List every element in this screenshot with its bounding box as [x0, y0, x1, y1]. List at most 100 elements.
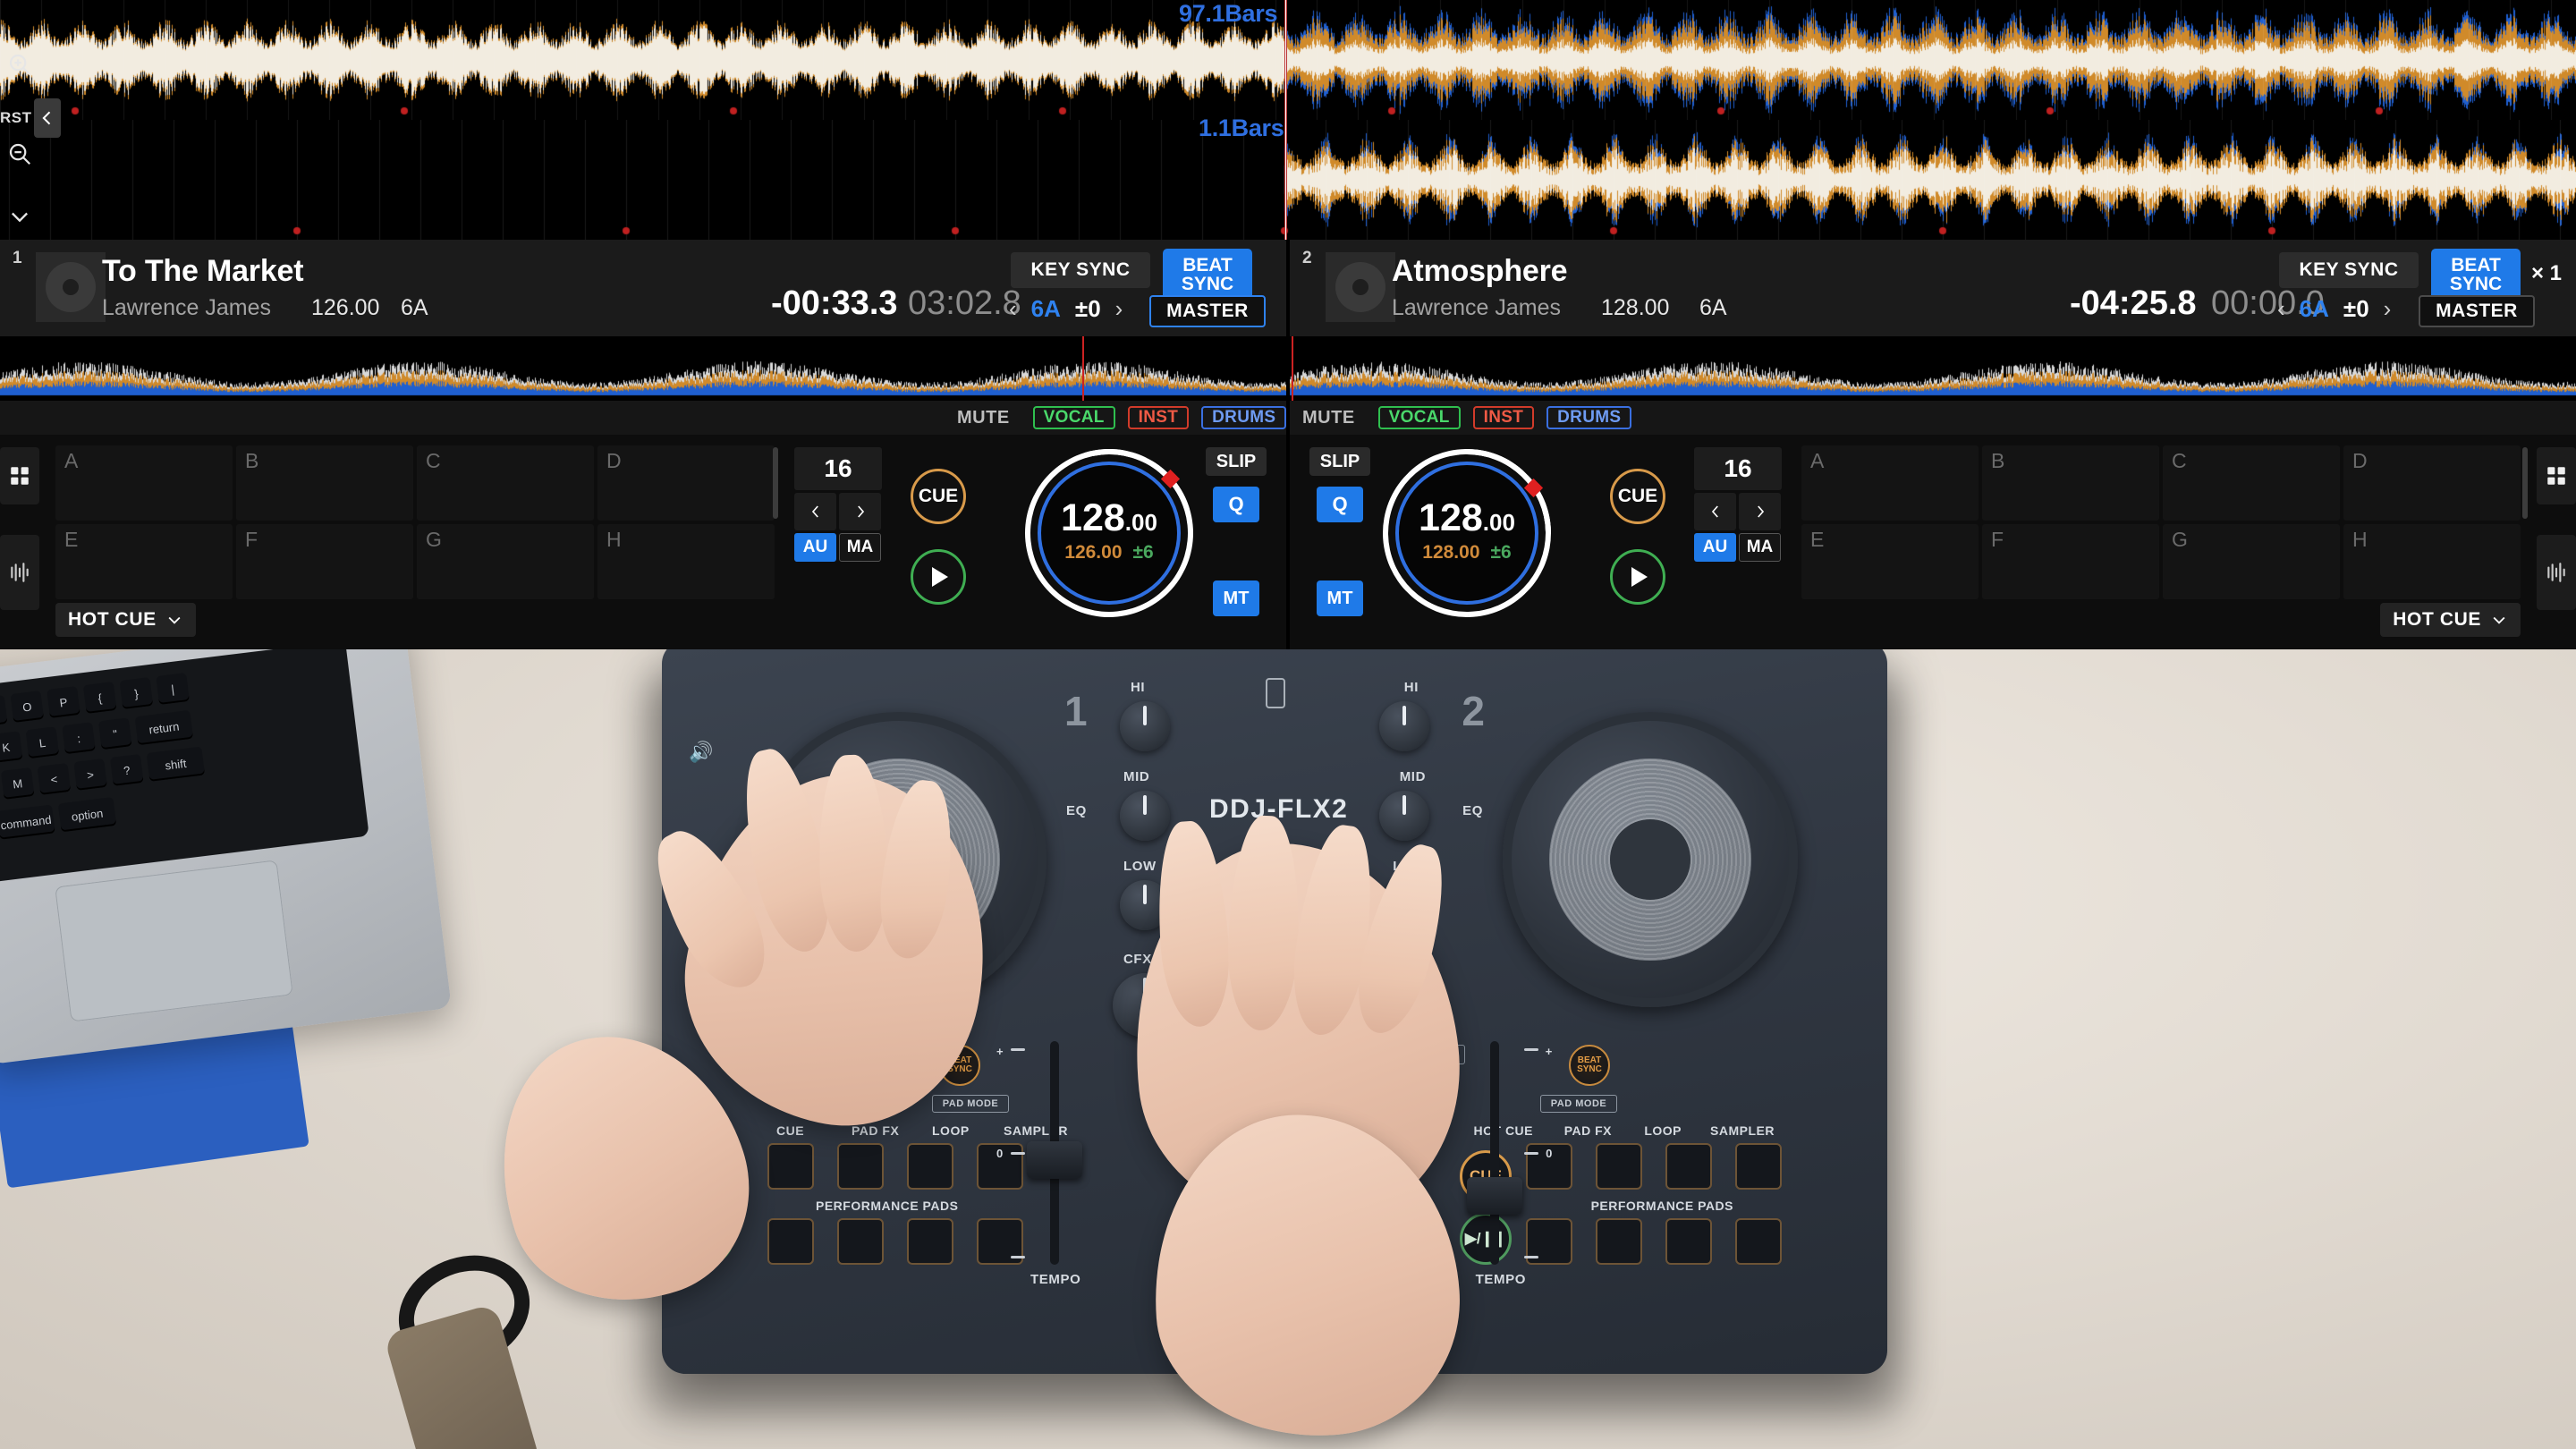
deck-1-master-tempo-button[interactable]: MT — [1213, 580, 1259, 616]
deck-1-pad-c[interactable]: C — [417, 445, 594, 521]
deck-2-key-sync-button[interactable]: KEY SYNC — [2279, 252, 2419, 288]
waveform-reset-control[interactable]: RST — [0, 98, 61, 138]
key-next-icon[interactable]: › — [1115, 295, 1123, 323]
deck-1-stem-inst[interactable]: INST — [1127, 406, 1190, 429]
key-prev-icon[interactable]: ‹ — [2277, 295, 2285, 323]
deck-1-beat-loop[interactable]: 16 AU MA — [794, 447, 882, 562]
deck-2-pad-mode-selector[interactable]: HOT CUE — [2380, 603, 2521, 637]
deck-1-pad-d[interactable]: D — [597, 445, 775, 521]
key: command — [0, 804, 55, 840]
deck-2-pad-d[interactable]: D — [2343, 445, 2521, 521]
deck-2-master-button[interactable]: MASTER — [2419, 295, 2535, 327]
waveform-icon[interactable] — [0, 535, 39, 610]
deck-1-performance-pads[interactable]: A B C D E F G H — [55, 445, 775, 599]
deck-2-stem-inst[interactable]: INST — [1472, 406, 1535, 429]
controller-pad-3-left — [907, 1143, 953, 1190]
deck-2-loop-halve-icon[interactable] — [1694, 493, 1736, 530]
deck-2-view-rail[interactable] — [2537, 435, 2576, 649]
deck-1-quantize-button[interactable]: Q — [1213, 487, 1259, 522]
pad-grid-icon[interactable] — [0, 447, 39, 504]
pad-label: C — [426, 449, 441, 472]
tempo-tick-plus-right — [1524, 1048, 1538, 1051]
deck-1-stem-drums[interactable]: DRUMS — [1201, 406, 1287, 429]
deck-2-play-button[interactable] — [1610, 549, 1665, 605]
deck-2-performance-pads[interactable]: A B C D E F G H — [1801, 445, 2521, 599]
deck-2-beat-sync-button[interactable]: BEAT SYNC — [2431, 249, 2521, 301]
deck-1-loop-auto-button[interactable]: AU — [794, 533, 836, 562]
pad-label-hotcue-right: HOT CUE — [1473, 1123, 1533, 1138]
deck-1-beat-sync-button[interactable]: BEAT SYNC — [1163, 249, 1252, 301]
controller-pad-2-left — [837, 1143, 884, 1190]
deck-2-beat-loop[interactable]: 16 AU MA — [1694, 447, 1782, 562]
deck-2-jog-display[interactable]: 128.00 128.00 ±6 — [1348, 414, 1586, 652]
deck-2-overview-waveform[interactable] — [1290, 336, 2576, 401]
pad-mode-chip-left: PAD MODE — [932, 1095, 1009, 1113]
deck-1-artwork — [36, 252, 106, 322]
controller-deck-1-number: 1 — [1064, 688, 1088, 734]
key-next-icon[interactable]: › — [2384, 295, 2392, 323]
waveform-display[interactable]: 97.1Bars 1.1Bars RST — [0, 0, 2576, 240]
deck2-waveform-lane[interactable] — [0, 120, 2576, 240]
deck-2-stem-vocal[interactable]: VOCAL — [1377, 406, 1461, 429]
deck-2-key-control[interactable]: ‹ 6A ±0 › — [2277, 295, 2391, 323]
controller-pad-5-left — [767, 1218, 814, 1265]
deck-1-overview-waveform[interactable] — [0, 336, 1286, 401]
deck-1-track-artist: Lawrence James — [102, 295, 271, 320]
deck-1-loop-halve-icon[interactable] — [794, 493, 836, 530]
key-prev-icon[interactable]: ‹ — [1009, 295, 1017, 323]
deck-1-beat-loop-value: 16 — [794, 447, 882, 490]
deck-2-loop-manual-button[interactable]: MA — [1739, 533, 1781, 562]
deck-2-quantize-button[interactable]: Q — [1317, 487, 1363, 522]
deck-2-loop-double-icon[interactable] — [1739, 493, 1781, 530]
deck-2-stem-drums[interactable]: DRUMS — [1546, 406, 1632, 429]
pad-label-sampler-right: SAMPLER — [1710, 1123, 1775, 1138]
deck-1-pad-scrollbar[interactable] — [773, 447, 778, 519]
deck-2-pad-scrollbar[interactable] — [2522, 447, 2528, 519]
deck-1-master-button[interactable]: MASTER — [1149, 295, 1266, 327]
beat-sync-line1: BEAT — [1182, 254, 1233, 275]
deck-1-view-rail[interactable] — [0, 435, 39, 649]
deck-1-pad-g[interactable]: G — [417, 524, 594, 599]
pad-label: H — [2352, 528, 2368, 551]
deck-1-pad-a[interactable]: A — [55, 445, 233, 521]
deck-1-pad-h[interactable]: H — [597, 524, 775, 599]
deck-1-pad-f[interactable]: F — [236, 524, 413, 599]
deck-2-master-tempo-button[interactable]: MT — [1317, 580, 1363, 616]
zoom-out-icon[interactable] — [2, 136, 38, 172]
deck-1-key-control[interactable]: ‹ 6A ±0 › — [1009, 295, 1123, 323]
deck-2-pad-h[interactable]: H — [2343, 524, 2521, 599]
collapse-chevron-left-icon[interactable] — [33, 98, 61, 138]
deck-1-key-sync-button[interactable]: KEY SYNC — [1011, 252, 1150, 288]
deck-2-mute-label: MUTE — [1302, 407, 1355, 428]
deck-1: 1 To The Market Lawrence James 126.00 6A… — [0, 240, 1287, 649]
deck-2-pad-b[interactable]: B — [1982, 445, 2159, 521]
deck-1-pad-e[interactable]: E — [55, 524, 233, 599]
dj-app-window: 97.1Bars 1.1Bars RST 1 To The Market Law… — [0, 0, 2576, 1449]
expand-chevron-down-icon[interactable] — [2, 199, 38, 234]
deck-2-loop-auto-button[interactable]: AU — [1694, 533, 1736, 562]
deck-2-pad-c[interactable]: C — [2163, 445, 2340, 521]
deck-1-play-button[interactable] — [911, 549, 966, 605]
deck-1-pad-b[interactable]: B — [236, 445, 413, 521]
deck-2-cue-button[interactable]: CUE — [1610, 469, 1665, 524]
deck-1-loop-manual-button[interactable]: MA — [839, 533, 881, 562]
jog-bpm-dec: .00 — [1482, 509, 1515, 536]
deck-2-pad-a[interactable]: A — [1801, 445, 1979, 521]
deck-2-pad-g[interactable]: G — [2163, 524, 2340, 599]
waveform-icon[interactable] — [2537, 535, 2576, 610]
deck-2-slip-button[interactable]: SLIP — [1309, 447, 1370, 476]
deck-1-jog-display[interactable]: 128.00 126.00 ±6 — [995, 419, 1224, 648]
deck-1-slip-button[interactable]: SLIP — [1206, 447, 1267, 476]
deck-1-stem-vocal[interactable]: VOCAL — [1032, 406, 1115, 429]
zoom-in-icon[interactable] — [2, 47, 38, 82]
deck-1-pad-mode-selector[interactable]: HOT CUE — [55, 603, 196, 637]
deck-2-pad-e[interactable]: E — [1801, 524, 1979, 599]
deck1-waveform-lane[interactable] — [0, 0, 2576, 120]
tempo-fader-cap-left — [1027, 1141, 1082, 1179]
pad-grid-icon[interactable] — [2537, 447, 2576, 504]
deck-2-pad-f[interactable]: F — [1982, 524, 2159, 599]
deck-1-cue-button[interactable]: CUE — [911, 469, 966, 524]
controller-pad-1-left — [767, 1143, 814, 1190]
deck-2-track-bpm: 128.00 — [1601, 295, 1670, 320]
deck-1-loop-double-icon[interactable] — [839, 493, 881, 530]
